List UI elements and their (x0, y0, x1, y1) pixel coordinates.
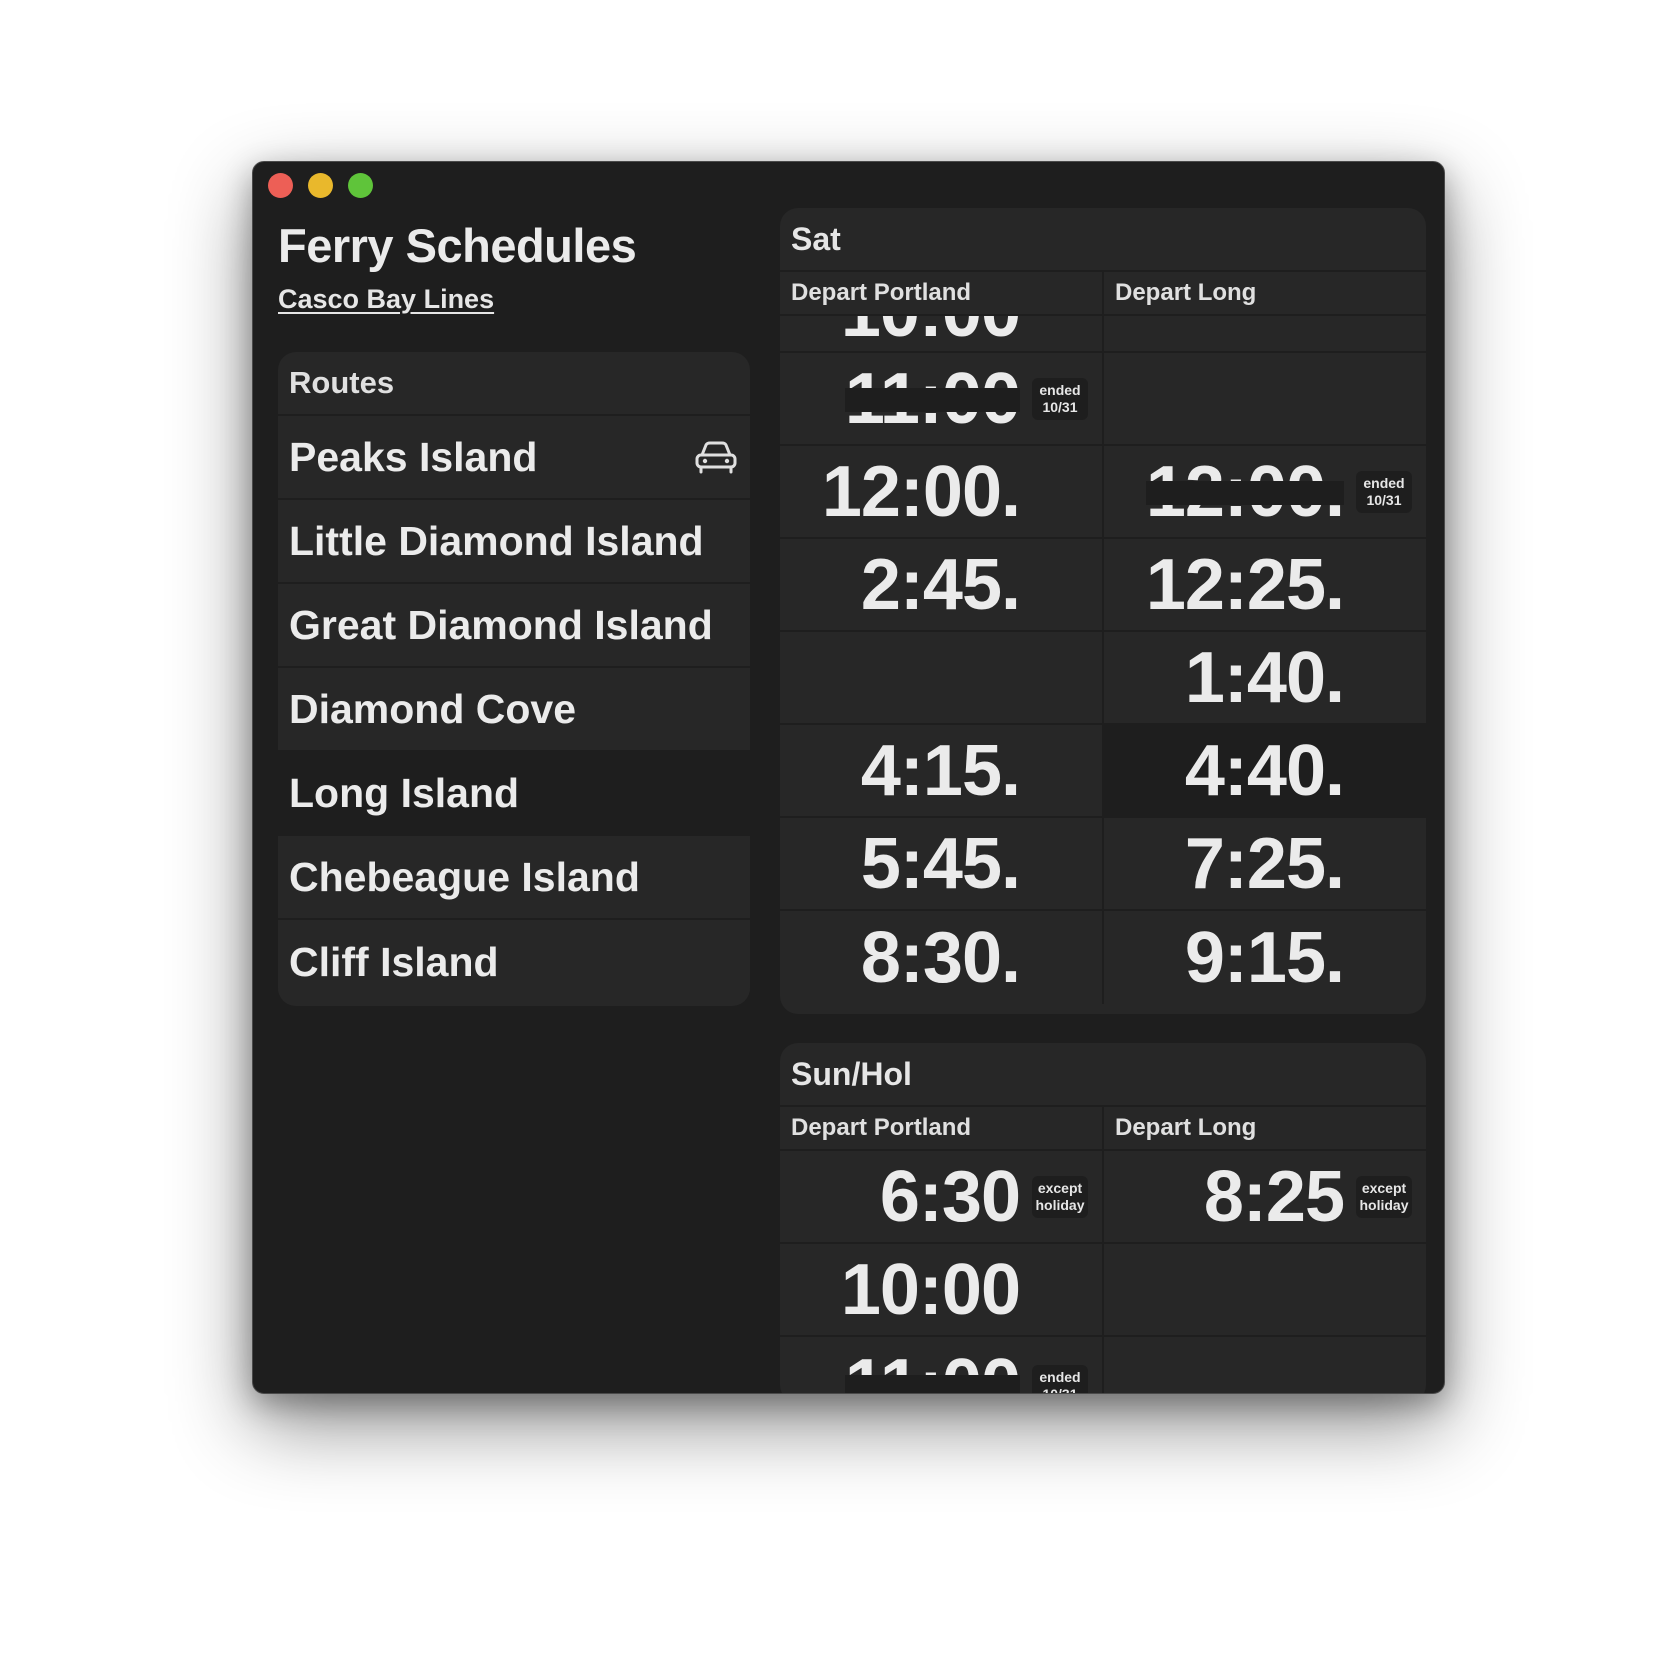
departure-cell: 2:45. (780, 539, 1104, 630)
departure-cell: 11:00 ended 10/31 (780, 353, 1104, 444)
badge-line: ended (1363, 474, 1405, 491)
schedule-row: 12:00. 12:00. ended 10/31 (780, 446, 1426, 539)
badge-line: ended (1039, 381, 1081, 398)
page-title: Ferry Schedules (278, 219, 637, 272)
departure-cell (1104, 1244, 1426, 1335)
badge-line: 10/31 (1042, 398, 1078, 415)
departure-time: 1:40. (1184, 637, 1345, 718)
route-item-diamond-cove[interactable]: Diamond Cove (278, 668, 750, 752)
departure-cell: 10:00 (780, 316, 1104, 351)
schedule-row: 8:30. 9:15. (780, 911, 1426, 1004)
route-label: Great Diamond Island (289, 601, 713, 648)
schedule-title: Sat (780, 208, 1426, 272)
zoom-window-button[interactable] (348, 173, 373, 198)
departure-time: 7:25. (1184, 823, 1345, 904)
schedule-card-sun-hol: Sun/Hol Depart Portland Depart Long 6:30… (780, 1043, 1426, 1394)
status-badge: except holiday (1032, 1175, 1088, 1218)
schedule-row: 11:00 ended 10/31 (780, 353, 1426, 446)
route-item-great-diamond-island[interactable]: Great Diamond Island (278, 584, 750, 668)
column-header-depart-long: Depart Long (1115, 1114, 1257, 1141)
departure-time: 11:00 (844, 1349, 1021, 1393)
badge-line: 10/31 (1042, 1386, 1078, 1394)
schedule-row: 4:15. 4:40. (780, 725, 1426, 818)
departure-time: 9:15. (1184, 917, 1345, 998)
status-badge: ended 10/31 (1032, 377, 1088, 420)
status-badge: except holiday (1356, 1175, 1412, 1218)
badge-line: except (1037, 1179, 1083, 1196)
departure-time: 8:30. (860, 917, 1021, 998)
close-window-button[interactable] (268, 173, 293, 198)
window-controls (268, 173, 373, 198)
departure-time: 10:00 (841, 316, 1021, 348)
route-item-cliff-island[interactable]: Cliff Island (278, 920, 750, 1004)
departure-cell: 10:00 (780, 1244, 1104, 1335)
column-headers: Depart Portland Depart Long (780, 272, 1426, 316)
departure-cell: 7:25. (1104, 818, 1426, 909)
schedule-row: 10:00 (780, 1244, 1426, 1337)
app-window: Ferry Schedules Casco Bay Lines Routes P… (252, 161, 1445, 1394)
departure-cell: 4:15. (780, 725, 1104, 816)
departure-time: 12:00. (821, 451, 1021, 532)
departure-time: 8:25 (1203, 1156, 1345, 1237)
schedule-row: 5:45. 7:25. (780, 818, 1426, 911)
schedule-row: 1:40. (780, 632, 1426, 725)
route-label: Little Diamond Island (289, 517, 704, 564)
routes-list: Routes Peaks Island Little Diamond Islan… (278, 352, 750, 1006)
departure-time: 4:15. (860, 730, 1021, 811)
departure-time: 12:00. (1145, 451, 1345, 532)
departure-cell: 11:00 ended 10/31 (780, 1337, 1104, 1394)
departure-cell: 5:45. (780, 818, 1104, 909)
departure-cell: 9:15. (1104, 911, 1426, 1004)
column-header-depart-portland: Depart Portland (780, 272, 1104, 314)
departure-time: 6:30 (879, 1156, 1021, 1237)
departure-time: 2:45. (860, 544, 1021, 625)
departure-cell: 1:40. (1104, 632, 1426, 723)
departure-cell: 12:25. (1104, 539, 1426, 630)
badge-line: except (1361, 1179, 1407, 1196)
routes-header: Routes (278, 352, 750, 416)
route-label: Long Island (289, 769, 520, 816)
route-item-little-diamond-island[interactable]: Little Diamond Island (278, 500, 750, 584)
schedule-card-sat: Sat Depart Portland Depart Long 10:00 11… (780, 208, 1426, 1014)
departure-time: 10:00 (840, 1249, 1021, 1330)
schedule-row: 2:45. 12:25. (780, 539, 1426, 632)
operator-link[interactable]: Casco Bay Lines (278, 286, 494, 313)
schedule-row: 11:00 ended 10/31 (780, 1337, 1426, 1394)
departure-time: 5:45. (860, 823, 1021, 904)
badge-line: 10/31 (1366, 491, 1402, 508)
departure-cell: 8:30. (780, 911, 1104, 1004)
departure-cell: 12:00. (780, 446, 1104, 537)
badge-line: holiday (1035, 1196, 1085, 1213)
departure-cell (1104, 1337, 1426, 1393)
schedule-title: Sun/Hol (780, 1043, 1426, 1107)
schedule-row: 10:00 (780, 316, 1426, 353)
minimize-window-button[interactable] (308, 173, 333, 198)
departure-time: 12:25. (1145, 544, 1345, 625)
badge-line: holiday (1359, 1196, 1409, 1213)
route-label: Diamond Cove (289, 685, 577, 732)
departure-cell: 6:30 except holiday (780, 1151, 1104, 1242)
status-badge: ended 10/31 (1032, 1365, 1088, 1394)
route-label: Peaks Island (289, 433, 538, 480)
schedule-row: 6:30 except holiday 8:25 except holiday (780, 1151, 1426, 1244)
departure-cell (1104, 316, 1426, 351)
route-item-chebeague-island[interactable]: Chebeague Island (278, 836, 750, 920)
route-item-peaks-island[interactable]: Peaks Island (278, 416, 750, 500)
departure-time: 4:40. (1184, 730, 1345, 811)
departure-cell (780, 632, 1104, 723)
departure-cell: 12:00. ended 10/31 (1104, 446, 1426, 537)
route-item-long-island[interactable]: Long Island (278, 752, 750, 836)
column-header-depart-long: Depart Long (1115, 279, 1257, 306)
status-badge: ended 10/31 (1356, 470, 1412, 513)
route-label: Chebeague Island (289, 853, 640, 900)
departure-cell: 8:25 except holiday (1104, 1151, 1426, 1242)
departure-time: 11:00 (844, 358, 1021, 439)
column-headers: Depart Portland Depart Long (780, 1107, 1426, 1151)
departure-cell (1104, 353, 1426, 444)
column-header-depart-portland: Depart Portland (780, 1107, 1104, 1149)
departure-cell-highlighted: 4:40. (1104, 725, 1426, 816)
badge-line: ended (1039, 1369, 1081, 1385)
route-label: Cliff Island (289, 938, 499, 985)
car-icon (695, 441, 737, 474)
